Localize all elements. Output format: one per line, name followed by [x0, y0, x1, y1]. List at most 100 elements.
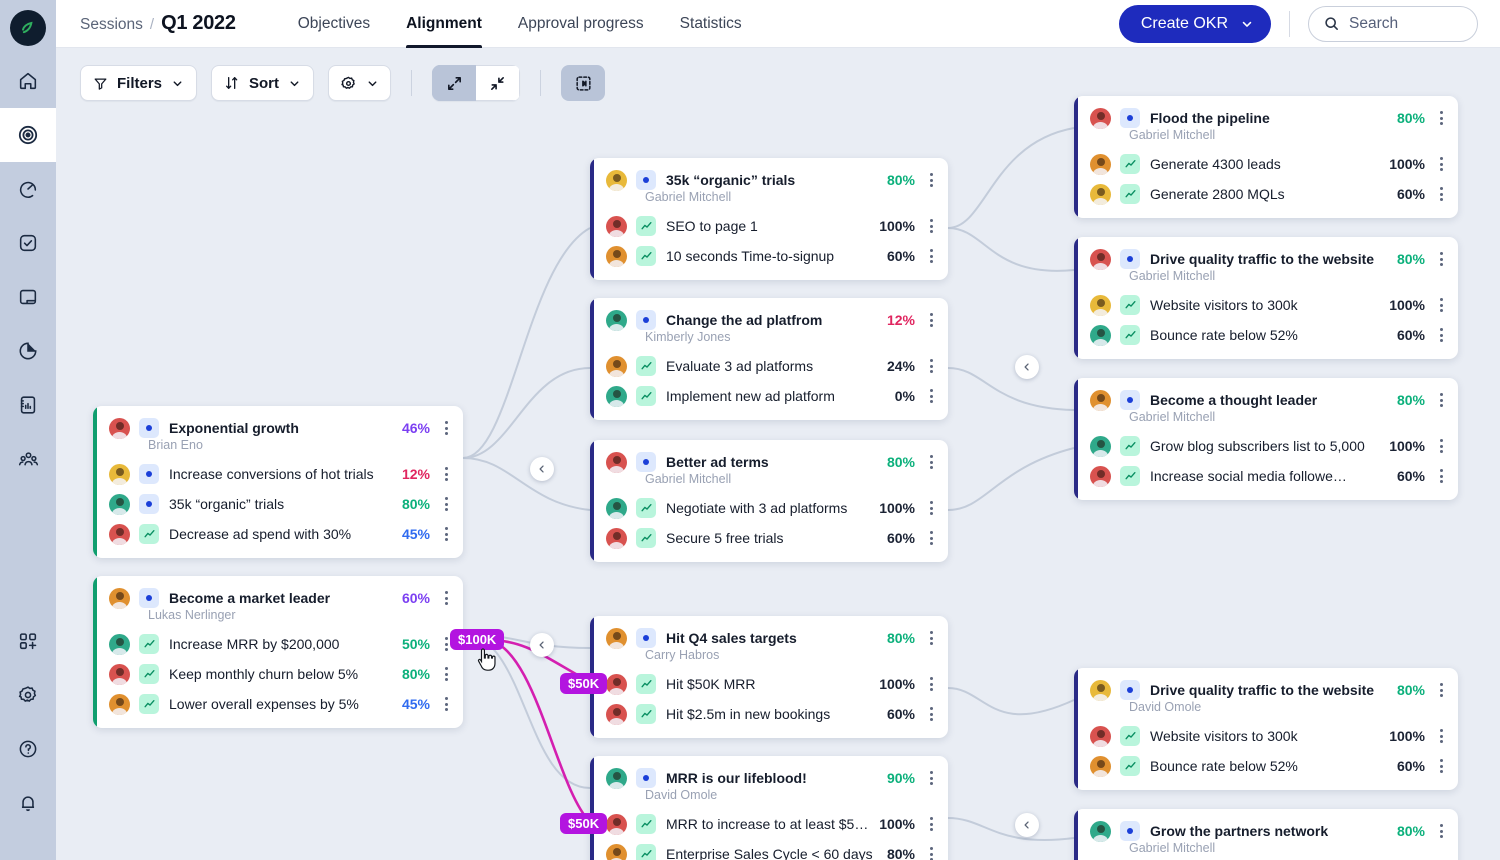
key-result-row[interactable]: Secure 5 free trials60%	[590, 523, 948, 553]
okr-card[interactable]: Drive quality traffic to the website80%G…	[1074, 237, 1458, 359]
expand-all-button[interactable]	[432, 65, 476, 101]
row-menu-button[interactable]	[437, 697, 455, 711]
key-result-row[interactable]: Hit $50K MRR100%	[590, 669, 948, 699]
key-result-row[interactable]: Bounce rate below 52%60%	[1074, 320, 1458, 350]
row-menu-button[interactable]	[1432, 469, 1450, 483]
row-menu-button[interactable]	[922, 771, 940, 785]
okr-card[interactable]: Become a market leader60%Lukas Nerlinger…	[93, 576, 463, 728]
key-result-row[interactable]: Grow blog subscribers list to 5,000100%	[1074, 431, 1458, 461]
tab-statistics[interactable]: Statistics	[680, 0, 742, 48]
row-menu-button[interactable]	[1432, 328, 1450, 342]
link-value-badge[interactable]: $50K	[560, 813, 607, 834]
row-menu-button[interactable]	[922, 707, 940, 721]
okr-card[interactable]: MRR is our lifeblood!90%David OmoleMRR t…	[590, 756, 948, 860]
collapse-handle[interactable]	[1015, 813, 1039, 837]
row-menu-button[interactable]	[922, 173, 940, 187]
tab-approval-progress[interactable]: Approval progress	[518, 0, 644, 48]
okr-card[interactable]: Hit Q4 sales targets80%Carry HabrosHit $…	[590, 616, 948, 738]
key-result-row[interactable]: Keep monthly churn below 5%80%	[93, 659, 463, 689]
breadcrumb-sessions[interactable]: Sessions	[80, 16, 143, 34]
sidebar-item-settings[interactable]	[0, 668, 56, 722]
key-result-row[interactable]: Enterprise Sales Cycle < 60 days80%	[590, 839, 948, 860]
create-okr-button[interactable]: Create OKR	[1119, 5, 1271, 43]
key-result-row[interactable]: Generate 4300 leads100%	[1074, 149, 1458, 179]
row-menu-button[interactable]	[922, 389, 940, 403]
key-result-row[interactable]: Generate 2800 MQLs60%	[1074, 179, 1458, 209]
row-menu-button[interactable]	[1432, 759, 1450, 773]
row-menu-button[interactable]	[922, 631, 940, 645]
sidebar-item-apps[interactable]	[0, 614, 56, 668]
key-result-row[interactable]: Evaluate 3 ad platforms24%	[590, 351, 948, 381]
row-menu-button[interactable]	[437, 421, 455, 435]
key-result-row[interactable]: Increase social media followe…60%	[1074, 461, 1458, 491]
row-menu-button[interactable]	[922, 531, 940, 545]
row-menu-button[interactable]	[922, 847, 940, 860]
link-value-badge[interactable]: $50K	[560, 673, 607, 694]
sort-button[interactable]: Sort	[211, 65, 314, 101]
row-menu-button[interactable]	[1432, 298, 1450, 312]
collapse-all-button[interactable]	[476, 65, 520, 101]
sidebar-item-help[interactable]	[0, 722, 56, 776]
key-result-row[interactable]: SEO to page 1100%	[590, 211, 948, 241]
sidebar-item-reports[interactable]	[0, 378, 56, 432]
key-result-row[interactable]: Negotiate with 3 ad platforms100%	[590, 493, 948, 523]
row-menu-button[interactable]	[437, 527, 455, 541]
key-result-row[interactable]: Implement new ad platform0%	[590, 381, 948, 411]
row-menu-button[interactable]	[437, 497, 455, 511]
row-menu-button[interactable]	[922, 359, 940, 373]
key-result-row[interactable]: Lower overall expenses by 5%45%	[93, 689, 463, 719]
okr-card[interactable]: Drive quality traffic to the website80%D…	[1074, 668, 1458, 790]
row-menu-button[interactable]	[922, 817, 940, 831]
okr-card[interactable]: Exponential growth46%Brian EnoIncrease c…	[93, 406, 463, 558]
fit-to-screen-button[interactable]	[561, 65, 605, 101]
okr-card[interactable]: Grow the partners network80%Gabriel Mitc…	[1074, 809, 1458, 860]
collapse-handle[interactable]	[530, 633, 554, 657]
key-result-row[interactable]: Increase conversions of hot trials12%	[93, 459, 463, 489]
sidebar-item-people[interactable]	[0, 432, 56, 486]
row-menu-button[interactable]	[922, 249, 940, 263]
sidebar-item-notifications[interactable]	[0, 776, 56, 830]
row-menu-button[interactable]	[1432, 439, 1450, 453]
row-menu-button[interactable]	[1432, 157, 1450, 171]
okr-card[interactable]: Flood the pipeline80%Gabriel MitchellGen…	[1074, 96, 1458, 218]
sidebar-item-tasks[interactable]	[0, 216, 56, 270]
key-result-row[interactable]: MRR to increase to at least $50K100%	[590, 809, 948, 839]
row-menu-button[interactable]	[922, 501, 940, 515]
sidebar-item-objectives[interactable]	[0, 108, 56, 162]
okr-card[interactable]: Better ad terms80%Gabriel MitchellNegoti…	[590, 440, 948, 562]
app-logo[interactable]	[10, 10, 46, 46]
key-result-row[interactable]: Decrease ad spend with 30%45%	[93, 519, 463, 549]
okr-card[interactable]: Change the ad platfrom12%Kimberly JonesE…	[590, 298, 948, 420]
sidebar-item-home[interactable]	[0, 54, 56, 108]
filters-button[interactable]: Filters	[80, 65, 197, 101]
link-value-badge[interactable]: $100K	[450, 629, 504, 650]
key-result-row[interactable]: Bounce rate below 52%60%	[1074, 751, 1458, 781]
key-result-row[interactable]: Website visitors to 300k100%	[1074, 290, 1458, 320]
row-menu-button[interactable]	[922, 219, 940, 233]
key-result-row[interactable]: 35k “organic” trials80%	[93, 489, 463, 519]
tab-objectives[interactable]: Objectives	[298, 0, 370, 48]
row-menu-button[interactable]	[922, 313, 940, 327]
key-result-row[interactable]: Website visitors to 300k100%	[1074, 721, 1458, 751]
row-menu-button[interactable]	[437, 667, 455, 681]
collapse-handle[interactable]	[1015, 355, 1039, 379]
row-menu-button[interactable]	[922, 455, 940, 469]
alignment-canvas[interactable]: $100K $50K $50K Exponential growth46%Bri…	[56, 48, 1500, 860]
row-menu-button[interactable]	[1432, 252, 1450, 266]
okr-card[interactable]: 35k “organic” trials80%Gabriel MitchellS…	[590, 158, 948, 280]
search-input[interactable]: Search	[1308, 6, 1478, 42]
key-result-row[interactable]: Increase MRR by $200,00050%	[93, 629, 463, 659]
view-settings-button[interactable]	[328, 65, 391, 101]
tab-alignment[interactable]: Alignment	[406, 0, 482, 48]
row-menu-button[interactable]	[437, 591, 455, 605]
collapse-handle[interactable]	[530, 457, 554, 481]
row-menu-button[interactable]	[1432, 824, 1450, 838]
row-menu-button[interactable]	[1432, 729, 1450, 743]
key-result-row[interactable]: 10 seconds Time-to-signup60%	[590, 241, 948, 271]
sidebar-item-performance[interactable]	[0, 162, 56, 216]
okr-card[interactable]: Become a thought leader80%Gabriel Mitche…	[1074, 378, 1458, 500]
row-menu-button[interactable]	[1432, 683, 1450, 697]
row-menu-button[interactable]	[1432, 393, 1450, 407]
key-result-row[interactable]: Hit $2.5m in new bookings60%	[590, 699, 948, 729]
row-menu-button[interactable]	[1432, 111, 1450, 125]
